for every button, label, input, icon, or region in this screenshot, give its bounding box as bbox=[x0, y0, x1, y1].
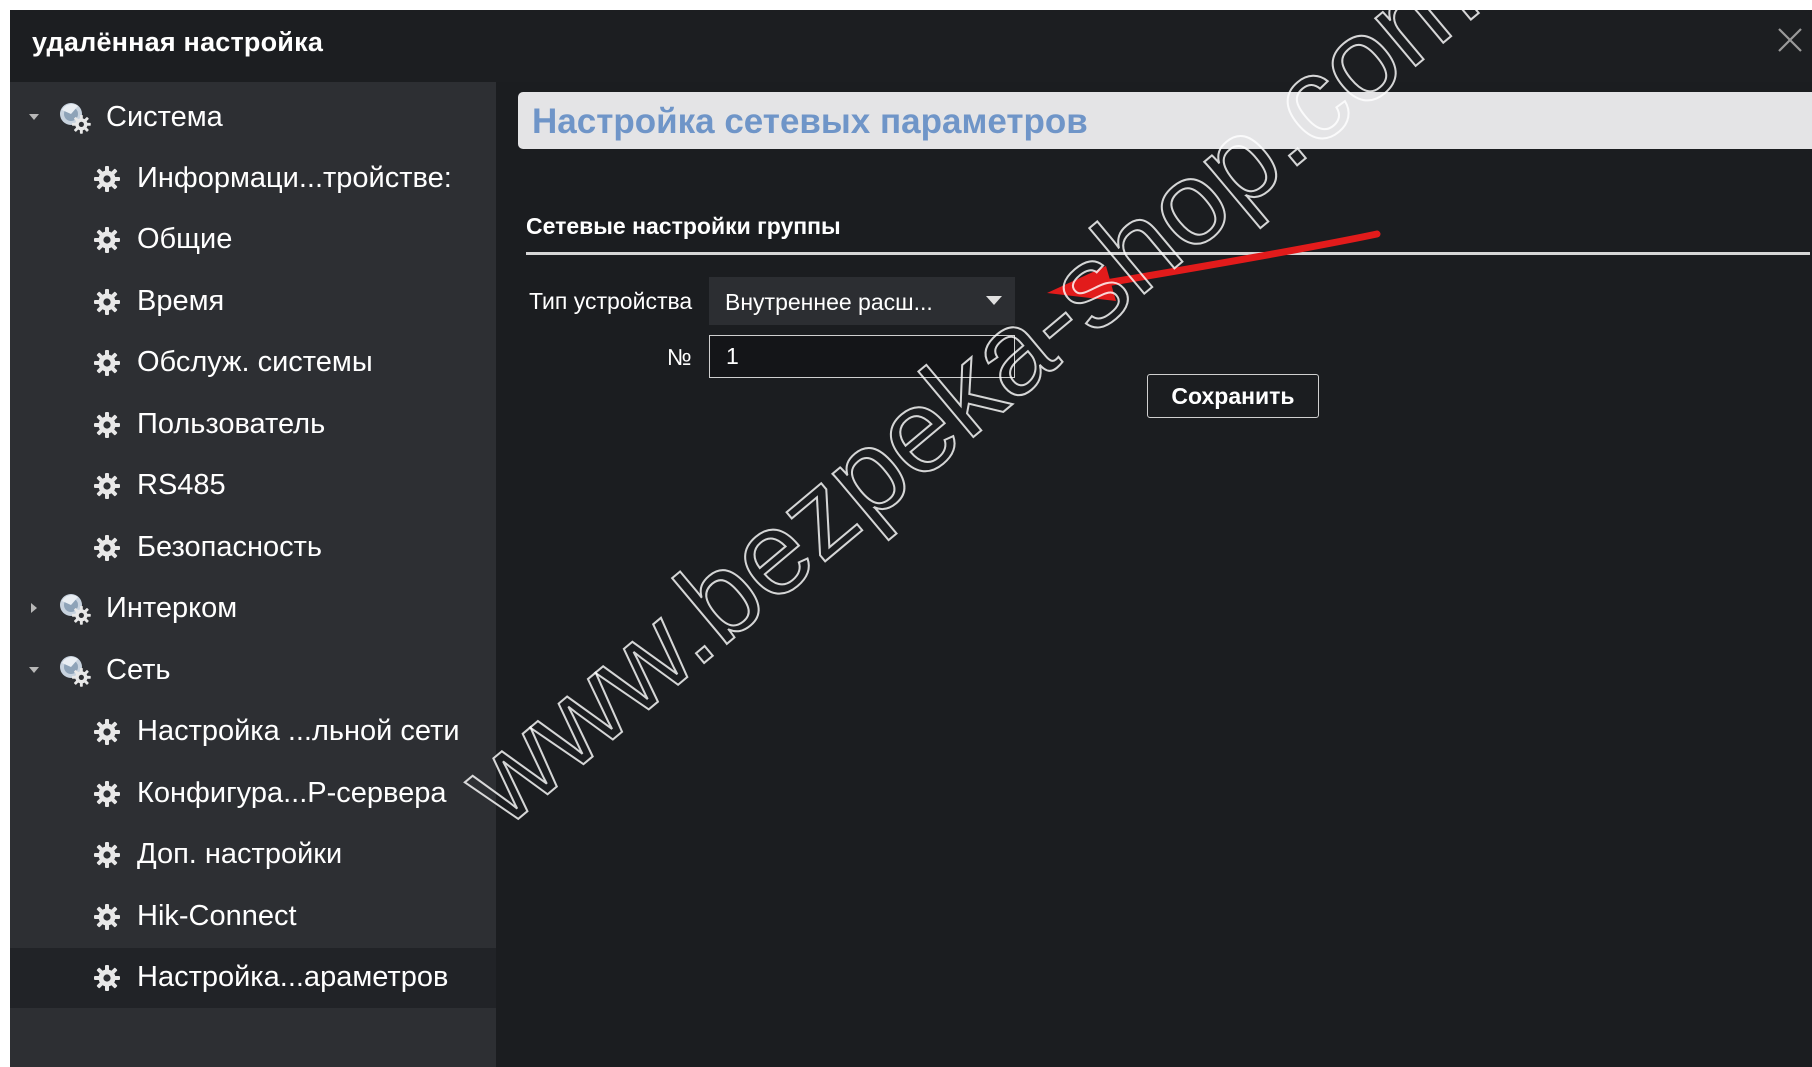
sidebar-tree: Система Информаци...тройстве: Общие Врем… bbox=[10, 82, 496, 1067]
tree-item-label: Обслуж. системы bbox=[137, 346, 373, 378]
gear-icon bbox=[94, 166, 120, 192]
tree-item-maintenance[interactable]: Обслуж. системы bbox=[10, 333, 496, 393]
tree-item-label: Hik-Connect bbox=[137, 900, 297, 932]
tree-item-label: Настройка ...льной сети bbox=[137, 715, 460, 747]
caret-down-icon[interactable] bbox=[27, 663, 41, 677]
section-title: Сетевые настройки группы bbox=[526, 213, 841, 239]
remote-config-window: удалённая настройка Система Информаци...… bbox=[10, 10, 1812, 1067]
tree-item-advanced[interactable]: Доп. настройки bbox=[10, 825, 496, 885]
annotation-arrow-icon bbox=[1047, 230, 1381, 301]
gear-icon bbox=[94, 227, 120, 253]
gear-icon bbox=[94, 473, 120, 499]
tree-item-sip-server[interactable]: Конфигура...Р-сервера bbox=[10, 764, 496, 824]
tree-item-label: Конфигура...Р-сервера bbox=[137, 777, 447, 809]
tree-group-label: Сеть bbox=[106, 654, 171, 686]
tree-item-label: Доп. настройки bbox=[137, 838, 343, 870]
tree-item-label: Информаци...тройстве: bbox=[137, 162, 452, 194]
page-title: Настройка сетевых параметров bbox=[532, 102, 1088, 141]
tree-item-rs485[interactable]: RS485 bbox=[10, 456, 496, 516]
tree-item-device-info[interactable]: Информаци...тройстве: bbox=[10, 149, 496, 209]
tree-item-hik-connect[interactable]: Hik-Connect bbox=[10, 887, 496, 947]
tree-item-label: Настройка...араметров bbox=[137, 961, 449, 993]
window-title: удалённая настройка bbox=[32, 27, 324, 57]
tree-item-label: Общие bbox=[137, 223, 233, 255]
tree-item-local-network[interactable]: Настройка ...льной сети bbox=[10, 702, 496, 762]
gear-icon bbox=[94, 719, 120, 745]
tree-group-label: Система bbox=[106, 101, 223, 133]
title-bar: удалённая настройка bbox=[10, 10, 1812, 82]
system-settings-icon bbox=[58, 654, 92, 688]
tree-item-general[interactable]: Общие bbox=[10, 210, 496, 270]
tree-item-label: RS485 bbox=[137, 469, 226, 501]
gear-icon bbox=[94, 289, 120, 315]
gear-icon bbox=[94, 904, 120, 930]
tree-item-time[interactable]: Время bbox=[10, 272, 496, 332]
tree-item-security[interactable]: Безопасность bbox=[10, 518, 496, 578]
gear-icon bbox=[94, 965, 120, 991]
device-type-label: Тип устройства bbox=[529, 288, 693, 314]
tree-group-label: Интерком bbox=[106, 592, 238, 624]
page-header: Настройка сетевых параметров bbox=[518, 92, 1812, 149]
gear-icon bbox=[94, 535, 120, 561]
tree-item-label: Безопасность bbox=[137, 531, 322, 563]
system-settings-icon bbox=[58, 101, 92, 135]
system-settings-icon bbox=[58, 592, 92, 626]
gear-icon bbox=[94, 350, 120, 376]
gear-icon bbox=[94, 412, 120, 438]
number-field[interactable] bbox=[709, 335, 1015, 378]
close-icon[interactable] bbox=[1770, 20, 1810, 60]
tree-item-user[interactable]: Пользователь bbox=[10, 395, 496, 455]
tree-group-network[interactable]: Сеть bbox=[10, 641, 496, 701]
tree-item-label: Пользователь bbox=[137, 408, 326, 440]
tree-item-network-params[interactable]: Настройка...араметров bbox=[10, 948, 496, 1008]
gear-icon bbox=[94, 781, 120, 807]
device-type-select[interactable]: Внутреннее расш... bbox=[709, 277, 1015, 325]
tree-item-label: Время bbox=[137, 285, 225, 317]
save-button[interactable]: Сохранить bbox=[1147, 374, 1319, 418]
tree-group-system[interactable]: Система bbox=[10, 88, 496, 148]
caret-right-icon[interactable] bbox=[27, 601, 41, 615]
number-label: № bbox=[667, 344, 692, 370]
device-type-value: Внутреннее расш... bbox=[725, 289, 933, 315]
gear-icon bbox=[94, 842, 120, 868]
tree-group-intercom[interactable]: Интерком bbox=[10, 579, 496, 639]
chevron-down-icon bbox=[986, 296, 1002, 305]
caret-down-icon[interactable] bbox=[27, 110, 41, 124]
